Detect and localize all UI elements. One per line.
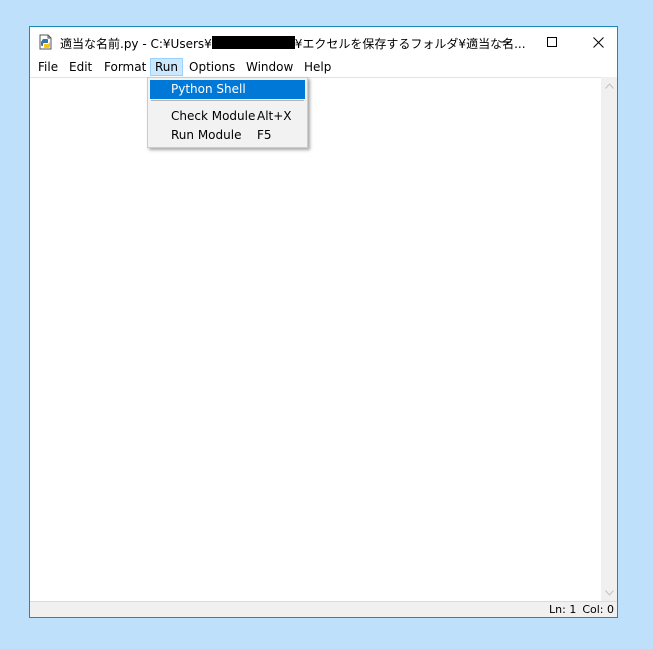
- menu-file[interactable]: File: [34, 58, 62, 76]
- chevron-up-icon: [604, 82, 614, 89]
- status-column: Col: 0: [582, 603, 614, 616]
- scroll-down-button[interactable]: [601, 584, 617, 601]
- menu-options[interactable]: Options: [185, 58, 239, 76]
- menu-edit[interactable]: Edit: [65, 58, 96, 76]
- python-shell-label: Python Shell: [171, 82, 246, 96]
- menu-item-check-module[interactable]: Check Module Alt+X: [150, 107, 305, 126]
- maximize-button[interactable]: [529, 27, 575, 57]
- menu-format[interactable]: Format: [100, 58, 150, 76]
- menu-run[interactable]: Run: [150, 58, 184, 76]
- python-file-icon: [38, 34, 54, 50]
- check-module-label: Check Module: [171, 109, 256, 123]
- menu-item-python-shell[interactable]: Python Shell: [150, 80, 305, 99]
- close-button[interactable]: [575, 27, 621, 57]
- run-menu-dropdown: Python Shell Check Module Alt+X Run Modu…: [147, 77, 308, 148]
- menu-window[interactable]: Window: [242, 58, 297, 76]
- menu-bar: File Edit Format Run Options Window Help: [30, 57, 617, 77]
- menu-separator: [151, 100, 304, 101]
- title-bar[interactable]: 適当な名前.py - C:¥Users¥ ¥エクセルを保存するフォルダ¥適当な名.…: [30, 27, 617, 57]
- check-module-shortcut: Alt+X: [257, 109, 292, 123]
- maximize-icon: [547, 37, 557, 47]
- minimize-icon: [501, 41, 511, 43]
- menu-help[interactable]: Help: [300, 58, 335, 76]
- scroll-up-button[interactable]: [601, 77, 617, 94]
- editor-text-area[interactable]: [30, 77, 601, 601]
- cursor-position: Ln: 1 Col: 0: [543, 603, 614, 616]
- close-icon: [592, 36, 604, 48]
- run-module-label: Run Module: [171, 128, 242, 142]
- window-title: 適当な名前.py - C:¥Users¥ ¥エクセルを保存するフォルダ¥適当な名.…: [60, 35, 526, 52]
- run-module-shortcut: F5: [257, 128, 272, 142]
- vertical-scrollbar[interactable]: [601, 77, 617, 601]
- status-line: Ln: 1: [549, 603, 577, 616]
- redacted-username: [211, 36, 295, 49]
- minimize-button[interactable]: [483, 27, 529, 57]
- idle-editor-window: 適当な名前.py - C:¥Users¥ ¥エクセルを保存するフォルダ¥適当な名.…: [29, 26, 618, 618]
- status-bar: Ln: 1 Col: 0: [30, 601, 617, 617]
- window-title-part1: 適当な名前.py - C:¥Users¥: [60, 37, 212, 51]
- menu-item-run-module[interactable]: Run Module F5: [150, 126, 305, 145]
- chevron-down-icon: [604, 589, 614, 596]
